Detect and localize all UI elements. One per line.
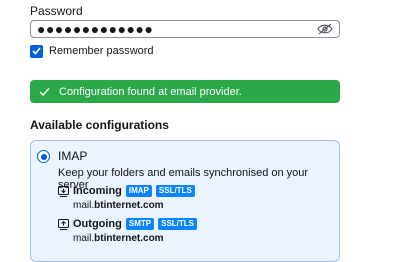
- outgoing-server-icon: [58, 218, 69, 230]
- outgoing-server-row: Outgoing SMTP SSL/TLS: [58, 218, 197, 230]
- incoming-server-icon: [58, 185, 69, 197]
- incoming-server-row: Incoming IMAP SSL/TLS: [58, 185, 195, 197]
- password-input[interactable]: ●●●●●●●●●●●●●: [30, 20, 340, 38]
- remember-password-label: Remember password: [49, 45, 154, 57]
- banner-text: Configuration found at email provider.: [59, 85, 242, 98]
- show-password-icon[interactable]: [317, 23, 333, 35]
- check-icon: [32, 47, 41, 55]
- check-icon: [39, 87, 50, 96]
- incoming-label: Incoming: [73, 185, 122, 197]
- remember-password-checkbox[interactable]: [30, 44, 43, 58]
- incoming-security-badge: SSL/TLS: [155, 185, 195, 197]
- incoming-host: mail.btinternet.com: [73, 200, 164, 211]
- outgoing-host: mail.btinternet.com: [73, 233, 164, 244]
- outgoing-security-badge: SSL/TLS: [158, 218, 197, 230]
- password-label: Password: [30, 4, 83, 18]
- incoming-protocol-badge: IMAP: [125, 185, 152, 197]
- config-found-banner: Configuration found at email provider.: [30, 80, 340, 103]
- remember-password-row[interactable]: Remember password: [30, 43, 154, 59]
- outgoing-label: Outgoing: [73, 218, 122, 230]
- available-configurations-heading: Available configurations: [30, 118, 169, 132]
- outgoing-protocol-badge: SMTP: [125, 218, 155, 230]
- imap-radio[interactable]: [37, 150, 50, 163]
- protocol-label: IMAP: [58, 149, 88, 163]
- imap-config-option[interactable]: IMAP Keep your folders and emails synchr…: [30, 140, 340, 262]
- radio-selected-dot: [40, 153, 47, 160]
- password-value: ●●●●●●●●●●●●●: [37, 21, 154, 37]
